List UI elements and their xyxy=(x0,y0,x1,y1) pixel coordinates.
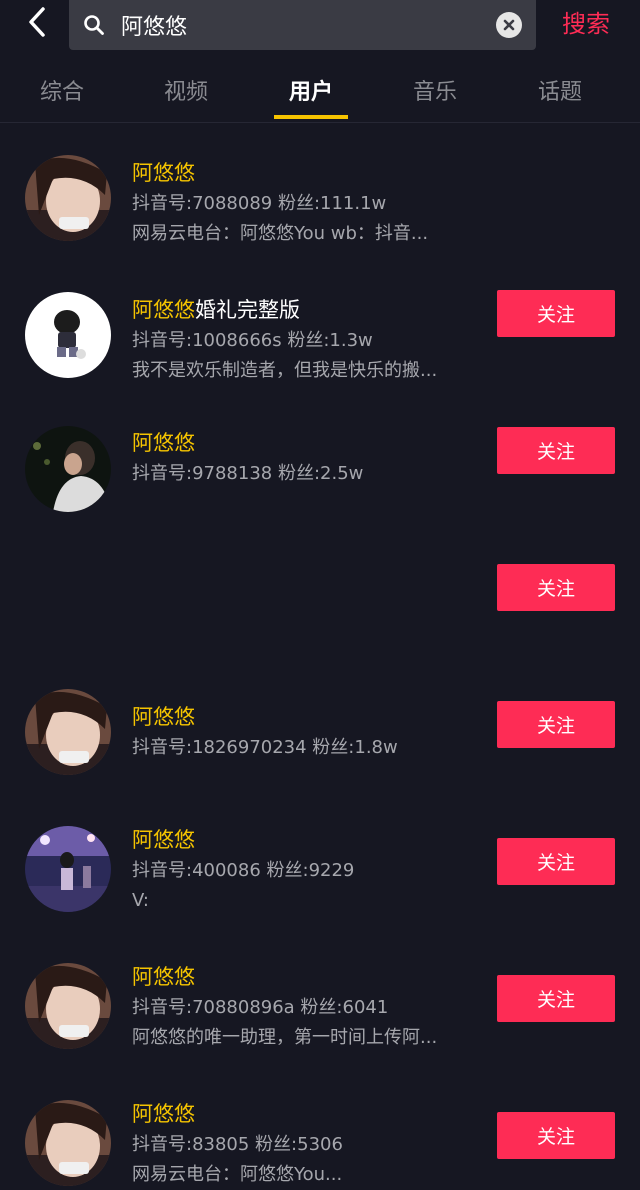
user-bio: 我不是欢乐制造者，但我是快乐的搬... xyxy=(132,360,438,381)
user-id-followers: 抖音号:1826970234 粉丝:1.8w xyxy=(132,737,398,758)
tab-music[interactable]: 音乐 xyxy=(385,74,485,106)
user-id-followers: 抖音号:1008666s 粉丝:1.3w xyxy=(132,330,373,351)
search-query: 阿悠悠 xyxy=(121,15,188,40)
avatar[interactable] xyxy=(25,292,111,378)
tab-users[interactable]: 用户 xyxy=(261,74,361,106)
avatar[interactable] xyxy=(25,426,111,512)
user-name: 阿悠悠 xyxy=(132,1102,195,1126)
active-tab-indicator xyxy=(274,115,348,119)
user-bio: V: xyxy=(132,890,149,911)
user-bio: 网易云电台：阿悠悠You... xyxy=(132,1164,343,1185)
user-name: 阿悠悠婚礼完整版 xyxy=(132,298,300,322)
search-button[interactable]: 搜索 xyxy=(562,4,610,39)
user-name: 阿悠悠 xyxy=(132,161,195,185)
clear-search-button[interactable] xyxy=(496,12,522,38)
tab-topics[interactable]: 话题 xyxy=(510,74,610,106)
search-icon xyxy=(83,14,105,36)
user-id-followers: 抖音号:9788138 粉丝:2.5w xyxy=(132,463,364,484)
tab-bar: 综合 视频 用户 音乐 话题 xyxy=(0,60,640,123)
user-id-followers: 抖音号:70880896a 粉丝:6041 xyxy=(132,997,389,1018)
follow-button[interactable]: 关注 xyxy=(497,701,615,748)
search-input[interactable]: 阿悠悠 xyxy=(69,0,536,50)
close-icon xyxy=(503,19,515,31)
chevron-left-icon xyxy=(29,7,45,37)
follow-button[interactable]: 关注 xyxy=(497,427,615,474)
follow-button[interactable]: 关注 xyxy=(497,1112,615,1159)
user-bio: 网易云电台：阿悠悠You wb：抖音... xyxy=(132,223,429,244)
follow-button[interactable]: 关注 xyxy=(497,564,615,611)
tab-general[interactable]: 综合 xyxy=(12,74,112,106)
user-id-followers: 抖音号:400086 粉丝:9229 xyxy=(132,860,355,881)
tab-videos[interactable]: 视频 xyxy=(136,74,236,106)
user-id-followers: 抖音号:7088089 粉丝:111.1w xyxy=(132,193,387,214)
avatar[interactable] xyxy=(25,155,111,241)
user-bio: 阿悠悠的唯一助理，第一时间上传阿... xyxy=(132,1027,438,1048)
follow-button[interactable]: 关注 xyxy=(497,975,615,1022)
avatar[interactable] xyxy=(25,963,111,1049)
user-name: 阿悠悠 xyxy=(132,965,195,989)
user-id-followers: 抖音号:83805 粉丝:5306 xyxy=(132,1134,343,1155)
avatar[interactable] xyxy=(25,1100,111,1186)
top-bar: 阿悠悠 搜索 xyxy=(0,0,640,60)
user-name: 阿悠悠 xyxy=(132,828,195,852)
follow-button[interactable]: 关注 xyxy=(497,838,615,885)
user-name: 阿悠悠 xyxy=(132,705,195,729)
avatar[interactable] xyxy=(25,826,111,912)
user-name: 阿悠悠 xyxy=(132,431,195,455)
avatar[interactable] xyxy=(25,689,111,775)
back-button[interactable] xyxy=(20,2,54,42)
follow-button[interactable]: 关注 xyxy=(497,290,615,337)
